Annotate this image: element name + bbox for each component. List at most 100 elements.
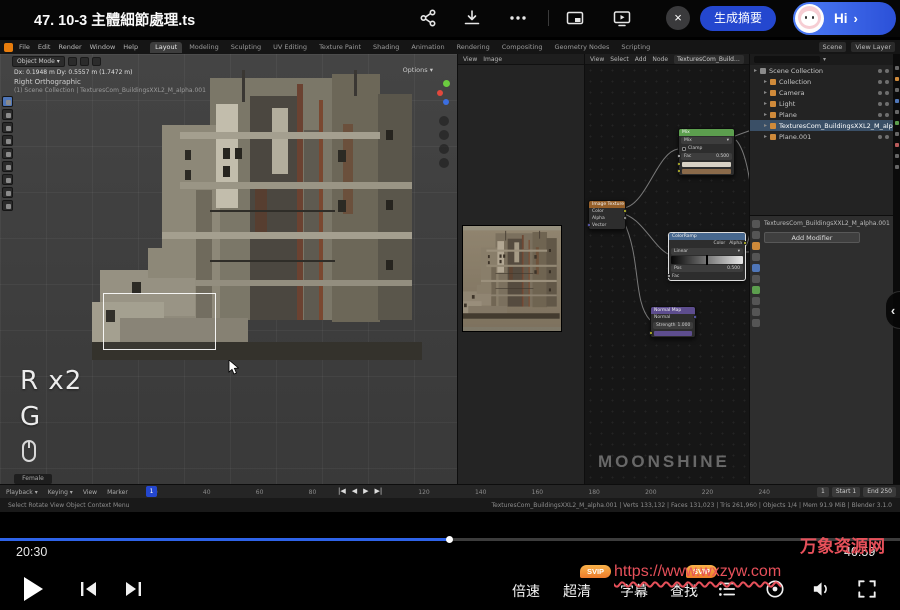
timeline-editor[interactable]: Playback ▾ Keying ▾ View Marker 20406080… (0, 484, 900, 498)
previous-episode-button[interactable] (78, 580, 100, 598)
visibility-icon[interactable] (878, 69, 882, 73)
measure-tool-icon[interactable] (2, 187, 13, 198)
seek-handle[interactable] (446, 536, 453, 543)
workspace-tab[interactable]: Layout (150, 42, 182, 53)
pan-hand-icon[interactable] (439, 130, 449, 140)
workspace-tab[interactable]: Compositing (497, 42, 548, 53)
tab-icon[interactable] (895, 77, 899, 81)
view-layer-selector[interactable]: View Layer (851, 42, 895, 52)
view-menu[interactable]: View (83, 489, 97, 496)
tab-icon[interactable] (895, 165, 899, 169)
share-icon[interactable] (418, 8, 438, 28)
playhead-current-frame[interactable]: 1 (146, 486, 157, 497)
snap-toggle-icon[interactable] (68, 57, 77, 66)
move-tool-icon[interactable] (2, 122, 13, 133)
color-ramp-gradient[interactable] (671, 256, 743, 264)
menu-item[interactable]: View (590, 56, 604, 63)
rotate-tool-icon[interactable] (2, 135, 13, 146)
generate-summary-button[interactable]: 生成摘要 (700, 6, 776, 31)
workspace-tab[interactable]: Geometry Nodes (550, 42, 615, 53)
tab-icon[interactable] (895, 143, 899, 147)
menu-item[interactable]: Image (483, 56, 502, 63)
color-swatch[interactable] (682, 169, 731, 174)
add-primitive-tool-icon[interactable] (2, 200, 13, 211)
playlist-drawer-handle[interactable]: ‹ (885, 291, 900, 329)
next-episode-button[interactable] (122, 580, 144, 598)
volume-icon[interactable] (810, 578, 832, 600)
play-button[interactable] (22, 576, 44, 602)
seek-bar[interactable] (0, 538, 900, 541)
disclosure-triangle-icon[interactable]: ▸ (764, 100, 767, 107)
tab-icon[interactable] (895, 132, 899, 136)
material-name-chip[interactable]: TexturesCom_BuildingsXXL2_M_alpha.001 (674, 55, 744, 64)
menu-item[interactable]: Add (635, 56, 647, 63)
outliner-item[interactable]: ▸ Camera (750, 87, 893, 98)
color-swatch[interactable] (682, 162, 731, 167)
menu-item[interactable]: Node (652, 56, 668, 63)
normal-map-node[interactable]: Normal Map Normal Strength1.000 (650, 306, 696, 338)
marker-menu[interactable]: Marker (107, 489, 128, 496)
frame-field[interactable]: 1 (817, 487, 829, 497)
selectability-icon[interactable] (885, 80, 889, 84)
image-editor-pane[interactable]: ViewImage (458, 54, 585, 484)
disclosure-triangle-icon[interactable]: ▸ (754, 67, 757, 74)
visibility-icon[interactable] (878, 113, 882, 117)
quality-button[interactable]: 超清 (563, 581, 591, 601)
workspace-tab[interactable]: Shading (368, 42, 404, 53)
properties-tab-icon[interactable] (752, 242, 760, 250)
3d-viewport[interactable]: Object Mode ▾ Dx: 0.1948 m Dy: 0.5557 m … (0, 54, 458, 484)
properties-tab-icon[interactable] (752, 253, 760, 261)
outliner-item[interactable]: ▸ TexturesCom_BuildingsXXL2_M_alpha.001 (750, 120, 893, 131)
tab-icon[interactable] (895, 99, 899, 103)
properties-tab-icon[interactable] (752, 319, 760, 327)
properties-tab-icon[interactable] (752, 308, 760, 316)
menu-item[interactable]: Edit (38, 43, 51, 51)
menu-item[interactable]: Select (610, 56, 629, 63)
menu-item[interactable]: Window (90, 43, 116, 51)
workspace-tab[interactable]: UV Editing (268, 42, 312, 53)
outliner-search-input[interactable] (754, 56, 820, 63)
selectability-icon[interactable] (885, 135, 889, 139)
filter-icon[interactable]: ▾ (823, 56, 826, 63)
menu-item[interactable]: Render (58, 43, 81, 51)
image-texture-node[interactable]: Image Texture Color Alpha Vector (588, 200, 626, 230)
camera-view-icon[interactable] (439, 144, 449, 154)
transform-tool-icon[interactable] (2, 161, 13, 172)
properties-tab-icon[interactable] (752, 275, 760, 283)
mix-clamp-row[interactable]: Clamp (679, 145, 734, 152)
ramp-position-field[interactable]: Pos0.500 (671, 265, 743, 272)
tab-icon[interactable] (895, 88, 899, 92)
workspace-tab[interactable]: Sculpting (226, 42, 266, 53)
workspace-tab[interactable]: Texture Paint (314, 42, 366, 53)
frame-end-field[interactable]: End 250 (863, 487, 896, 497)
properties-tab-icon[interactable] (752, 264, 760, 272)
outliner-item[interactable]: ▸ Plane (750, 109, 893, 120)
user-avatar[interactable] (795, 4, 824, 33)
disclosure-triangle-icon[interactable]: ▸ (764, 78, 767, 85)
record-target-icon[interactable] (764, 578, 786, 600)
more-options-icon[interactable] (508, 8, 528, 28)
scene-selector[interactable]: Scene (819, 42, 847, 52)
disclosure-triangle-icon[interactable]: ▸ (764, 111, 767, 118)
blender-logo-icon[interactable] (4, 43, 13, 52)
workspace-tab[interactable]: Modeling (184, 42, 224, 53)
normal-color-row[interactable] (651, 330, 695, 337)
selectability-icon[interactable] (885, 113, 889, 117)
cast-icon[interactable] (612, 8, 632, 28)
grid-toggle-icon[interactable] (439, 158, 449, 168)
keying-menu[interactable]: Keying ▾ (48, 489, 73, 496)
outliner-item[interactable]: ▸ Scene Collection (750, 65, 893, 76)
add-modifier-button[interactable]: Add Modifier (764, 232, 860, 243)
mix-node[interactable]: Mix Mix▾ Clamp Fac0.500 (678, 128, 735, 176)
tab-icon[interactable] (895, 154, 899, 158)
workspace-tab[interactable]: Scripting (616, 42, 655, 53)
playback-speed-button[interactable]: 倍速 (512, 581, 540, 601)
menu-item[interactable]: File (19, 43, 30, 51)
frame-start-field[interactable]: Start 1 (832, 487, 860, 497)
disclosure-triangle-icon[interactable]: ▸ (764, 89, 767, 96)
normal-strength-field[interactable]: Strength1.000 (653, 322, 693, 329)
annotate-tool-icon[interactable] (2, 174, 13, 185)
outliner-item[interactable]: ▸ Plane.001 (750, 131, 893, 142)
checkbox[interactable] (682, 147, 686, 151)
mix-fac-field[interactable]: Fac0.500 (681, 153, 732, 160)
